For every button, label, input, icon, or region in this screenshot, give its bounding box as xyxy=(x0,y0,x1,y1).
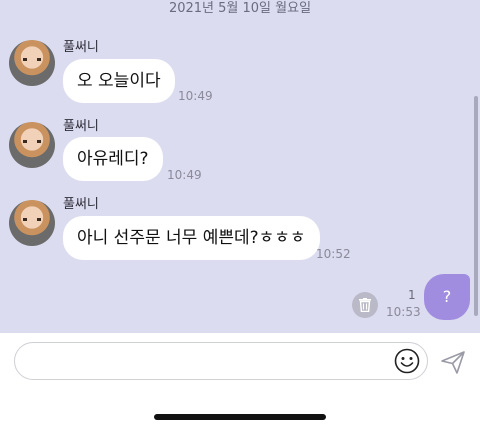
read-count: 1 xyxy=(408,288,416,302)
message-bubble[interactable]: 아유레디? xyxy=(63,137,163,181)
emoji-button[interactable] xyxy=(394,348,420,374)
message-time: 10:52 xyxy=(316,247,351,261)
sender-avatar[interactable] xyxy=(9,122,55,168)
message-bubble[interactable]: 아니 선주문 너무 예쁜데?ㅎㅎㅎ xyxy=(63,216,320,260)
sender-name: 풀써니 xyxy=(63,119,99,134)
home-indicator xyxy=(154,414,326,420)
sender-avatar[interactable] xyxy=(9,40,55,86)
date-separator: 2021년 5월 10일 월요일 xyxy=(168,1,312,16)
trash-icon xyxy=(359,298,371,312)
send-icon xyxy=(441,351,465,374)
delete-button[interactable] xyxy=(352,292,378,318)
send-button[interactable] xyxy=(440,349,466,375)
smiley-icon xyxy=(394,348,420,374)
message-input[interactable] xyxy=(14,342,428,380)
sender-name: 풀써니 xyxy=(63,197,99,212)
my-message-time: 10:53 xyxy=(386,305,421,319)
message-bubble[interactable]: 오 오늘이다 xyxy=(63,59,175,103)
message-time: 10:49 xyxy=(167,168,202,182)
sender-name: 풀써니 xyxy=(63,40,99,55)
scrollbar[interactable] xyxy=(474,96,478,316)
message-time: 10:49 xyxy=(178,89,213,103)
my-message-bubble[interactable]: ? xyxy=(424,274,470,320)
input-bar xyxy=(0,333,480,430)
chat-area[interactable]: 2021년 5월 10일 월요일 풀써니 오 오늘이다 10:49 풀써니 아유… xyxy=(0,0,480,333)
sender-avatar[interactable] xyxy=(9,200,55,246)
